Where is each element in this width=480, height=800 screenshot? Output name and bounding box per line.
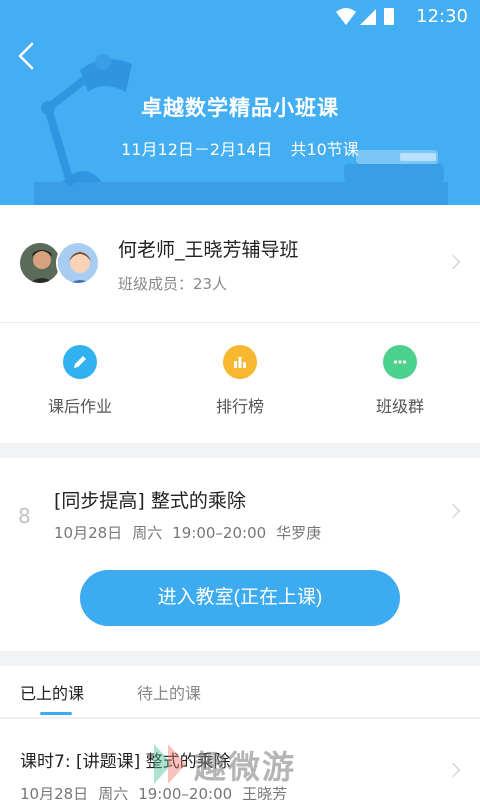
course-lesson-count: 共10节课	[290, 140, 359, 159]
battery-icon	[384, 8, 394, 25]
class-group-label: 班级群	[375, 397, 424, 416]
lesson-title: [同步提高] 整式的乘除	[54, 490, 246, 512]
lesson-teacher: 华罗庚	[276, 524, 322, 542]
bar-chart-icon	[223, 345, 257, 379]
lesson-time: 19:00–20:00	[172, 524, 267, 542]
lesson-weekday: 周六	[132, 524, 163, 542]
active-tab-indicator	[40, 712, 72, 715]
enter-classroom-button[interactable]: 进入教室(正在上课)	[80, 570, 400, 626]
tab-upcoming-lessons[interactable]: 待上的课	[137, 680, 201, 704]
class-member-count: 班级成员：23人	[118, 275, 228, 293]
current-lesson-card[interactable]: 8 [同步提高] 整式的乘除 10月28日 周六 19:00–20:00 华罗庚 进入…	[0, 458, 480, 651]
class-name: 何老师_王晓芳辅导班	[118, 239, 299, 261]
lesson-number: 8	[18, 504, 31, 528]
tab-completed-lessons[interactable]: 已上的课	[20, 680, 84, 704]
back-button[interactable]	[10, 38, 46, 74]
pencil-icon	[63, 345, 97, 379]
status-bar: 12:30	[0, 0, 480, 32]
homework-label: 课后作业	[47, 397, 112, 416]
lesson-date: 10月28日	[54, 524, 123, 542]
lesson-tabs: 已上的课 待上的课	[0, 666, 480, 718]
status-icons	[336, 7, 396, 31]
chevron-right-icon	[445, 503, 461, 519]
wifi-icon	[336, 8, 356, 25]
watermark-text: 趣微游	[194, 748, 297, 786]
watermark-icon	[154, 744, 186, 784]
course-date-range: 11月12日－2月14日	[121, 140, 273, 159]
chevron-right-icon	[445, 254, 461, 270]
leaderboard-label: 排行榜	[215, 397, 264, 416]
list-item-date: 10月28日	[20, 785, 89, 800]
signal-icon	[360, 9, 376, 25]
assistant-avatar	[56, 241, 100, 285]
status-time: 12:30	[416, 6, 468, 27]
homework-button[interactable]: 课后作业	[20, 345, 140, 417]
course-meta: 11月12日－2月14日 共10节课	[0, 136, 480, 160]
leaderboard-button[interactable]: 排行榜	[180, 345, 300, 417]
back-arrow-icon	[18, 42, 34, 70]
chat-bubble-icon	[383, 345, 417, 379]
lesson-schedule: 10月28日 周六 19:00–20:00 华罗庚	[54, 522, 321, 543]
class-info-card[interactable]: 何老师_王晓芳辅导班 班级成员：23人	[0, 205, 480, 323]
course-header: 12:30 卓越数学精品小班课 11月12日－2月14日 共10节课	[0, 0, 480, 205]
watermark-logo: 趣微游	[146, 738, 346, 800]
class-group-button[interactable]: 班级群	[340, 345, 460, 417]
list-item-weekday: 周六	[98, 785, 129, 800]
course-title: 卓越数学精品小班课	[141, 96, 339, 120]
chevron-right-icon	[445, 762, 461, 778]
quick-actions: 课后作业 排行榜 班级群	[0, 323, 480, 443]
